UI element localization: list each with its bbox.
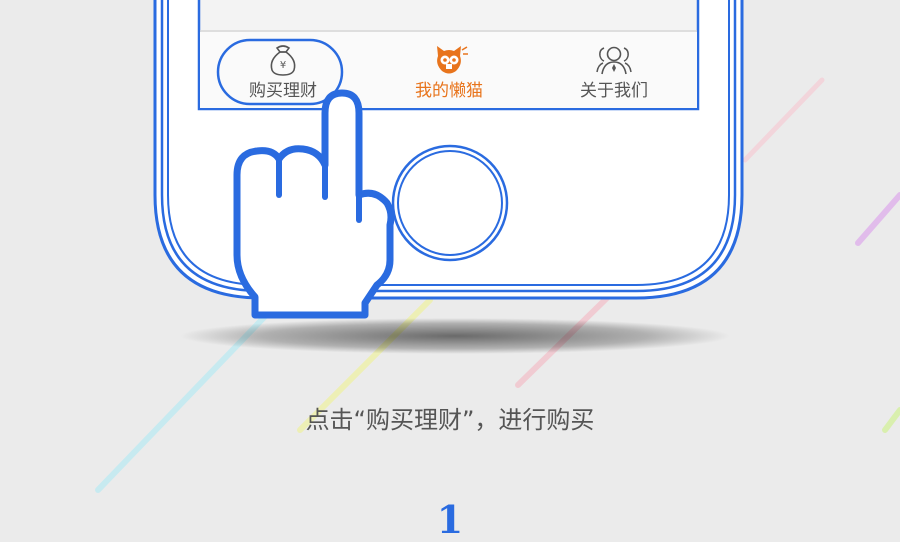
phone-shadow: [180, 318, 730, 354]
instruction-caption: 点击“购买理财”，进行购买: [305, 406, 595, 434]
tab-about-us[interactable]: 关于我们: [531, 32, 697, 108]
svg-text:¥: ¥: [280, 60, 286, 71]
step-number: 1: [436, 497, 464, 542]
users-icon: [596, 46, 632, 75]
cat-icon: [437, 46, 468, 74]
home-button-inner: [397, 150, 503, 256]
money-bag-icon: ¥: [270, 45, 296, 76]
pointing-hand-icon: [233, 89, 395, 319]
tab-about-us-label: 关于我们: [580, 81, 648, 101]
